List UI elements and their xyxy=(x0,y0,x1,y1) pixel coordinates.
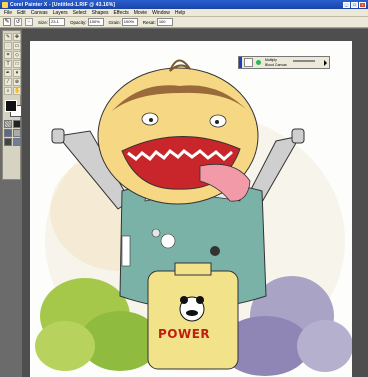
menu-select[interactable]: Select xyxy=(73,10,87,16)
painter-app-icon[interactable] xyxy=(2,1,8,8)
menu-help[interactable]: Help xyxy=(175,10,185,16)
size-control: Size: 23.1 xyxy=(38,18,66,26)
layer-selection-bar xyxy=(239,57,242,68)
toolbox: ✎ ✥ ◌ ▭ ⌗ ◇ T □ ✒ ▾ ⁄ ⊕ ⌕ ✋ xyxy=(2,30,22,180)
reset-tool-icon[interactable]: ↺ xyxy=(14,18,22,26)
menu-bar: File Edit Canvas Layers Select Shapes Ef… xyxy=(0,9,368,17)
rect-tool-icon[interactable]: □ xyxy=(13,60,21,68)
lasso-tool-icon[interactable]: ◌ xyxy=(4,42,12,50)
gradient-selector-icon[interactable] xyxy=(13,120,21,128)
look-selector-icon[interactable] xyxy=(4,138,12,146)
pattern-selector-icon[interactable] xyxy=(4,129,12,137)
main-color-swatch[interactable] xyxy=(5,100,17,112)
opacity-control: Opacity: 100% xyxy=(70,18,104,26)
grain-control: Grain: 100% xyxy=(109,18,138,26)
brush-tool-icon[interactable]: ✎ xyxy=(4,33,12,41)
minimize-button[interactable]: _ xyxy=(343,1,350,8)
clone-tool-icon[interactable]: ⊕ xyxy=(13,78,21,86)
title-bar: Corel Painter X - [Untitled-1.RIF @ 43.1… xyxy=(0,0,368,9)
drawing-canvas[interactable]: POWER xyxy=(30,41,352,377)
selection-tool-icon[interactable]: ▭ xyxy=(13,42,21,50)
weave-selector-icon[interactable] xyxy=(13,129,21,137)
paper-selector-icon[interactable] xyxy=(4,120,12,128)
document-area: POWER xyxy=(22,29,368,377)
layers-panel: Multiply Blood Canvas xyxy=(238,56,330,69)
menu-layers[interactable]: Layers xyxy=(53,10,68,16)
close-button[interactable]: × xyxy=(359,1,366,8)
power-label: POWER xyxy=(158,327,211,341)
resat-field[interactable]: 100 xyxy=(156,18,173,26)
text-tool-icon[interactable]: T xyxy=(4,60,12,68)
paper-selectors xyxy=(3,119,21,147)
hand-tool-icon[interactable]: ✋ xyxy=(13,87,21,95)
menu-shapes[interactable]: Shapes xyxy=(92,10,109,16)
move-tool-icon[interactable]: ✥ xyxy=(13,33,21,41)
pen-tool-icon[interactable]: ✒ xyxy=(4,69,12,77)
menu-effects[interactable]: Effects xyxy=(114,10,129,16)
maximize-button[interactable]: □ xyxy=(351,1,358,8)
property-bar: ✎ ↺ ◦ Size: 23.1 Opacity: 100% Grain: 10… xyxy=(0,17,368,28)
color-swatches xyxy=(4,99,22,117)
dab-type-icon[interactable]: ◦ xyxy=(25,18,33,26)
menu-canvas[interactable]: Canvas xyxy=(31,10,48,16)
resat-label: Resat: xyxy=(142,19,156,25)
visibility-eye-icon[interactable] xyxy=(256,60,261,65)
nozzle-selector-icon[interactable] xyxy=(13,138,21,146)
crop-tool-icon[interactable]: ⌗ xyxy=(4,51,12,59)
window-title: Corel Painter X - [Untitled-1.RIF @ 43.1… xyxy=(10,1,116,8)
opacity-label: Opacity: xyxy=(70,19,87,25)
grain-label: Grain: xyxy=(108,19,121,25)
grain-field[interactable]: 100% xyxy=(121,18,138,26)
dropper-tool-icon[interactable]: ⁄ xyxy=(4,78,12,86)
menu-file[interactable]: File xyxy=(4,10,12,16)
layer-name[interactable]: Blood Canvas xyxy=(265,63,287,67)
layer-info: Multiply Blood Canvas xyxy=(265,58,287,66)
magnifier-tool-icon[interactable]: ⌕ xyxy=(4,87,12,95)
brush-icon[interactable]: ✎ xyxy=(3,18,11,26)
opacity-slider[interactable] xyxy=(292,59,315,62)
menu-window[interactable]: Window xyxy=(152,10,170,16)
size-field[interactable]: 23.1 xyxy=(49,18,66,26)
shape-tool-icon[interactable]: ◇ xyxy=(13,51,21,59)
size-label: Size: xyxy=(38,19,49,25)
character-head xyxy=(97,59,259,205)
power-tag xyxy=(147,262,239,370)
layer-thumbnail[interactable] xyxy=(244,58,253,67)
bucket-tool-icon[interactable]: ▾ xyxy=(13,69,21,77)
window-controls: _ □ × xyxy=(343,1,368,8)
panel-menu-arrow-icon[interactable] xyxy=(324,59,327,66)
opacity-field[interactable]: 100% xyxy=(87,18,104,26)
menu-movie[interactable]: Movie xyxy=(134,10,147,16)
resat-control: Resat: 100 xyxy=(143,18,173,26)
menu-edit[interactable]: Edit xyxy=(17,10,26,16)
